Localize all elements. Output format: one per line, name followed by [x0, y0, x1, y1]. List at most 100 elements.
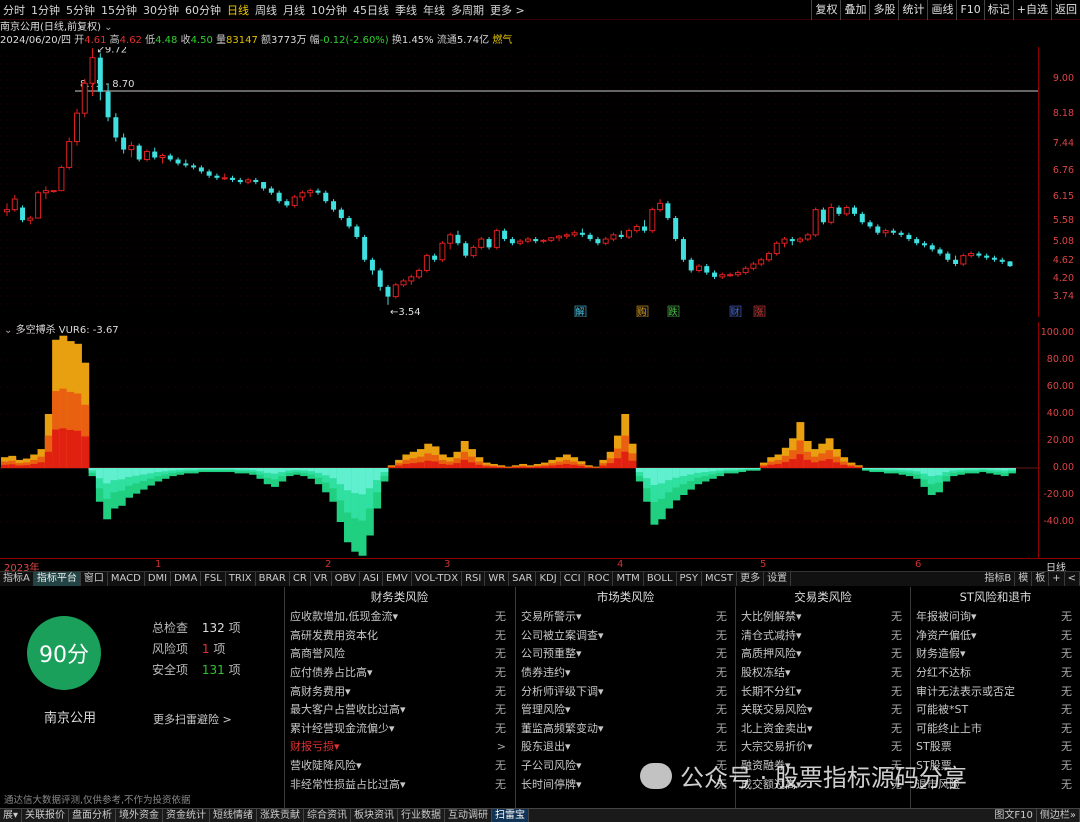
- risk-item[interactable]: 董监高频繁变动▾ 无: [516, 719, 735, 738]
- candle[interactable]: [159, 153, 166, 164]
- risk-item[interactable]: 年报被问询▾ 无: [911, 607, 1080, 626]
- candle[interactable]: [914, 236, 920, 246]
- indicator-tab[interactable]: 更多: [737, 572, 765, 586]
- candle[interactable]: [432, 253, 438, 262]
- candle[interactable]: [191, 163, 197, 170]
- candle[interactable]: [595, 236, 601, 246]
- period-tab[interactable]: 周线: [252, 2, 280, 18]
- candle[interactable]: [999, 257, 1005, 264]
- candle[interactable]: [712, 270, 718, 279]
- risk-item[interactable]: 营收陡降风险▾ 无: [285, 756, 514, 775]
- candle[interactable]: [346, 215, 352, 229]
- bottom-tab[interactable]: 涨跌贡献: [257, 809, 305, 822]
- chevron-down-icon[interactable]: ⌄: [104, 22, 112, 33]
- candle[interactable]: [206, 169, 212, 178]
- candle[interactable]: [198, 165, 204, 174]
- candle[interactable]: [921, 241, 927, 248]
- risk-item[interactable]: 分红不达标 无: [911, 663, 1080, 682]
- risk-item[interactable]: 净资产偏低▾ 无: [911, 626, 1080, 645]
- period-tab[interactable]: 季线: [392, 2, 420, 18]
- risk-item[interactable]: 财务造假▾ 无: [911, 644, 1080, 663]
- indicator-tab[interactable]: MACD: [108, 572, 145, 586]
- toolbar-button[interactable]: 标记: [983, 0, 1013, 20]
- bottom-tab[interactable]: 展▾: [0, 809, 23, 822]
- indicator-tab[interactable]: DMA: [171, 572, 202, 586]
- candle[interactable]: [804, 232, 811, 242]
- candle[interactable]: [828, 203, 835, 225]
- candle[interactable]: [859, 211, 865, 225]
- vur-indicator-chart[interactable]: [0, 330, 1040, 558]
- risk-item[interactable]: 高商誉风险 无: [285, 644, 514, 663]
- candle[interactable]: [470, 245, 477, 258]
- candle[interactable]: [812, 207, 819, 237]
- risk-item[interactable]: 管理风险▾ 无: [516, 700, 735, 719]
- bottom-right-button[interactable]: 侧边栏»: [1037, 809, 1080, 822]
- risk-item[interactable]: 股东退出▾ 无: [516, 737, 735, 756]
- indicator-tab-right[interactable]: 模: [1015, 572, 1033, 586]
- candle[interactable]: [991, 255, 997, 262]
- candle[interactable]: [1007, 261, 1013, 267]
- candle[interactable]: [486, 236, 492, 250]
- indicator-tab[interactable]: MTM: [613, 572, 644, 586]
- event-marker[interactable]: 财: [730, 306, 739, 317]
- candle[interactable]: [680, 236, 686, 262]
- indicator-tab[interactable]: BRAR: [256, 572, 290, 586]
- candle[interactable]: [642, 220, 648, 233]
- candle[interactable]: [392, 282, 399, 299]
- candle[interactable]: [423, 253, 430, 273]
- candle[interactable]: [665, 201, 671, 221]
- risk-item[interactable]: 应付债券占比高▾ 无: [285, 663, 514, 682]
- candle[interactable]: [571, 230, 578, 237]
- period-tab[interactable]: 更多 >: [487, 2, 528, 18]
- candle[interactable]: [354, 224, 360, 240]
- bottom-tab[interactable]: 境外资金: [116, 809, 164, 822]
- risk-item[interactable]: 公司被立案调查▾ 无: [516, 626, 735, 645]
- event-marker[interactable]: 跌: [668, 307, 677, 317]
- candle[interactable]: [758, 257, 765, 267]
- candle[interactable]: [113, 113, 119, 142]
- candle[interactable]: [97, 53, 103, 101]
- candle[interactable]: [291, 194, 298, 208]
- period-tab[interactable]: 15分钟: [98, 2, 140, 18]
- candle[interactable]: [362, 234, 368, 262]
- risk-item[interactable]: 应收款增加,低现金流▾ 无: [285, 607, 514, 626]
- indicator-tab-right[interactable]: 指标B: [981, 572, 1016, 586]
- candle[interactable]: [602, 236, 609, 246]
- period-tab[interactable]: 日线: [224, 2, 252, 18]
- indicator-tab[interactable]: ROC: [585, 572, 614, 586]
- candle[interactable]: [548, 236, 555, 242]
- candle[interactable]: [323, 190, 329, 204]
- candle[interactable]: [175, 157, 181, 166]
- candle[interactable]: [81, 79, 88, 118]
- candle[interactable]: [493, 228, 500, 250]
- candle[interactable]: [221, 173, 228, 180]
- candle[interactable]: [649, 207, 656, 233]
- indicator-tab[interactable]: SAR: [509, 572, 537, 586]
- kline-chart[interactable]: 8.75 - 8.70 ↙9.72 ←3.54 解 购 跌 财 涨: [0, 47, 1040, 317]
- candle[interactable]: [27, 215, 34, 225]
- candle[interactable]: [556, 234, 563, 242]
- candle[interactable]: [773, 241, 780, 256]
- candle[interactable]: [937, 247, 943, 256]
- candle[interactable]: [385, 284, 391, 305]
- candle[interactable]: [439, 241, 446, 262]
- candle[interactable]: [742, 266, 749, 275]
- candle[interactable]: [152, 147, 158, 160]
- risk-item[interactable]: 大比例解禁▾ 无: [736, 607, 910, 626]
- candle[interactable]: [35, 190, 42, 219]
- risk-item[interactable]: 高质押风险▾ 无: [736, 644, 910, 663]
- bottom-tab[interactable]: 扫雷宝: [492, 809, 530, 822]
- candle[interactable]: [836, 205, 842, 216]
- candle[interactable]: [245, 177, 252, 185]
- risk-item[interactable]: 高研发费用资本化 无: [285, 626, 514, 645]
- candle[interactable]: [307, 188, 314, 197]
- bottom-tab[interactable]: 盘面分析: [69, 809, 117, 822]
- risk-item[interactable]: 分析师评级下调▾ 无: [516, 681, 735, 700]
- candle[interactable]: [509, 236, 515, 246]
- candle[interactable]: [843, 205, 850, 216]
- candle[interactable]: [673, 215, 679, 242]
- candle[interactable]: [284, 199, 290, 208]
- period-tab[interactable]: 年线: [420, 2, 448, 18]
- candle[interactable]: [727, 272, 734, 277]
- indicator-tab[interactable]: BOLL: [644, 572, 677, 586]
